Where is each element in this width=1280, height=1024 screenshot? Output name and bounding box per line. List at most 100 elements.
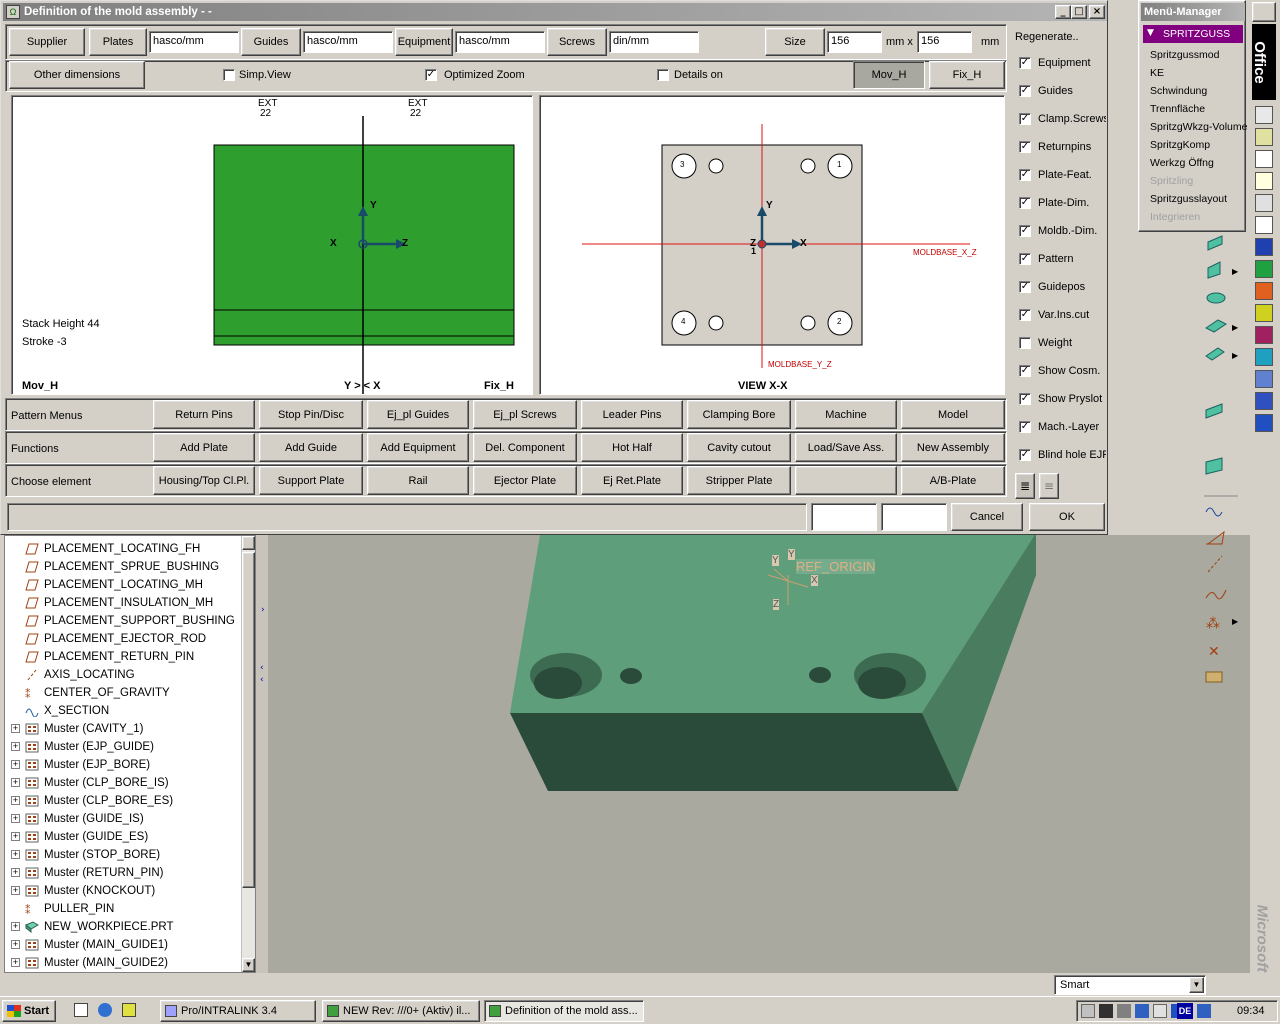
option-checkbox[interactable]: ✓ bbox=[1019, 281, 1031, 293]
guides-field[interactable]: hasco/mm bbox=[303, 31, 393, 53]
menu-manager-item[interactable]: SpritzgKomp bbox=[1150, 139, 1210, 151]
supplier-button[interactable]: Supplier bbox=[9, 28, 85, 56]
regenerate-label[interactable]: Regenerate.. bbox=[1015, 31, 1079, 43]
add-guide-button[interactable]: Add Guide bbox=[259, 433, 363, 462]
expand-icon[interactable]: + bbox=[11, 814, 20, 823]
screws-field[interactable]: din/mm bbox=[609, 31, 699, 53]
tree-item[interactable]: + Muster (KNOCKOUT) bbox=[11, 882, 155, 900]
tree-scrollbar[interactable]: ▼ bbox=[241, 536, 255, 972]
tree-item[interactable]: + Muster (CLP_BORE_IS) bbox=[11, 774, 169, 792]
return-pins-button[interactable]: Return Pins bbox=[153, 400, 255, 429]
selection-filter[interactable]: Smart ▼ bbox=[1054, 975, 1206, 995]
load-save-ass-button[interactable]: Load/Save Ass. bbox=[795, 433, 897, 462]
hot-half-button[interactable]: Hot Half bbox=[581, 433, 683, 462]
expand-icon[interactable]: + bbox=[11, 958, 20, 967]
option-checkbox[interactable]: ✓ bbox=[1019, 393, 1031, 405]
expand-icon[interactable]: + bbox=[11, 742, 20, 751]
option-checkbox[interactable]: ✓ bbox=[1019, 57, 1031, 69]
plan-view-canvas[interactable]: 3 1 4 2 Y X Z 1 MOLDBASE_X_Z MOLDBASE_Y_… bbox=[539, 95, 1005, 395]
open-icon[interactable] bbox=[1255, 128, 1273, 146]
option-checkbox[interactable]: ✓ bbox=[1019, 113, 1031, 125]
equipment-field[interactable]: hasco/mm bbox=[455, 31, 545, 53]
mov-h-button[interactable]: Mov_H bbox=[853, 61, 925, 89]
model-tree[interactable]: PLACEMENT_LOCATING_FH PLACEMENT_SPRUE_BUS… bbox=[4, 535, 256, 973]
cancel-button[interactable]: Cancel bbox=[951, 503, 1023, 531]
menu-manager-item[interactable]: Spritzgussmod bbox=[1150, 49, 1219, 61]
optimized-zoom-checkbox[interactable]: ✓ bbox=[425, 69, 437, 81]
plates-button[interactable]: Plates bbox=[89, 28, 147, 56]
network-icon[interactable] bbox=[1255, 392, 1273, 410]
leader-pins-button[interactable]: Leader Pins bbox=[581, 400, 683, 429]
list-view-icon[interactable]: ≣ bbox=[1015, 473, 1035, 499]
option-checkbox[interactable]: ✓ bbox=[1019, 365, 1031, 377]
section-view-canvas[interactable]: EXT 22 EXT 22 Y X Z Stack Height 44 Stro… bbox=[11, 95, 533, 395]
stripper-plate-button[interactable]: Stripper Plate bbox=[687, 466, 791, 495]
ej-pl-screws-button[interactable]: Ej_pl Screws bbox=[473, 400, 577, 429]
expand-icon[interactable]: + bbox=[11, 760, 20, 769]
mail-icon[interactable] bbox=[1255, 150, 1273, 168]
cavity-cutout-button[interactable]: Cavity cutout bbox=[687, 433, 791, 462]
menu-manager-item[interactable]: Spritzgusslayout bbox=[1150, 193, 1227, 205]
plates-field[interactable]: hasco/mm bbox=[149, 31, 239, 53]
menu-manager-item[interactable]: KE bbox=[1150, 67, 1164, 79]
guides-button[interactable]: Guides bbox=[241, 28, 301, 56]
tree-item[interactable]: PLACEMENT_SUPPORT_BUSHING bbox=[25, 612, 235, 630]
option-checkbox[interactable]: ✓ bbox=[1019, 169, 1031, 181]
dialog-titlebar[interactable]: Ω Definition of the mold assembly - - _ … bbox=[3, 3, 1107, 21]
office-bar-icon[interactable] bbox=[1252, 2, 1276, 22]
add-equipment-button[interactable]: Add Equipment bbox=[367, 433, 469, 462]
menu-manager-item[interactable]: SpritzgWkzg-Volume bbox=[1150, 121, 1247, 133]
details-on-checkbox[interactable] bbox=[657, 69, 669, 81]
graphics-viewport[interactable]: REF_ORIGIN Y Y X Z bbox=[258, 533, 1250, 973]
powerpoint-icon[interactable] bbox=[1255, 282, 1273, 300]
expand-icon[interactable]: + bbox=[11, 940, 20, 949]
clamping-bore-button[interactable]: Clamping Bore bbox=[687, 400, 791, 429]
tree-item[interactable]: + Muster (GUIDE_IS) bbox=[11, 810, 144, 828]
menu-manager-item[interactable]: Werkzg Öffng bbox=[1150, 157, 1214, 169]
tree-item[interactable]: + Muster (MAIN_GUIDE2) bbox=[11, 954, 168, 972]
detail-view-icon[interactable]: ≡ bbox=[1039, 473, 1059, 499]
tree-item[interactable]: + Muster (CLP_BORE_ES) bbox=[11, 792, 173, 810]
new-doc-icon[interactable] bbox=[1255, 106, 1273, 124]
spritzguss-header[interactable]: ▼ SPRITZGUSS bbox=[1143, 25, 1243, 43]
value-field-1[interactable] bbox=[811, 503, 877, 531]
tree-item[interactable]: AXIS_LOCATING bbox=[25, 666, 135, 684]
expand-icon[interactable]: + bbox=[11, 778, 20, 787]
contact-icon[interactable] bbox=[1255, 216, 1273, 234]
maximize-icon[interactable]: □ bbox=[1071, 5, 1087, 19]
task-mold-assembly[interactable]: Definition of the mold ass... bbox=[484, 1000, 644, 1022]
expand-icon[interactable]: + bbox=[11, 724, 20, 733]
tree-item[interactable]: + Muster (EJP_GUIDE) bbox=[11, 738, 154, 756]
tree-item[interactable]: PLACEMENT_LOCATING_MH bbox=[25, 576, 203, 594]
a-b-plate-button[interactable]: A/B-Plate bbox=[901, 466, 1005, 495]
option-checkbox[interactable]: ✓ bbox=[1019, 141, 1031, 153]
close-icon[interactable]: × bbox=[1089, 5, 1105, 19]
size-button[interactable]: Size bbox=[765, 28, 825, 56]
tree-item[interactable]: PLACEMENT_LOCATING_FH bbox=[25, 540, 200, 558]
menu-manager-item[interactable]: Trennfläche bbox=[1150, 103, 1205, 115]
calendar-icon[interactable] bbox=[1255, 172, 1273, 190]
tree-splitter[interactable]: › ‹ ‹ bbox=[256, 535, 268, 973]
del-component-button[interactable]: Del. Component bbox=[473, 433, 577, 462]
other-dimensions-button[interactable]: Other dimensions bbox=[9, 61, 145, 89]
option-checkbox[interactable]: ✓ bbox=[1019, 85, 1031, 97]
tree-item[interactable]: X_SECTION bbox=[25, 702, 109, 720]
scroll-down-icon[interactable]: ▼ bbox=[242, 958, 255, 972]
expand-icon[interactable]: + bbox=[11, 832, 20, 841]
ie-icon[interactable] bbox=[1255, 348, 1273, 366]
stop-pin-disc-button[interactable]: Stop Pin/Disc bbox=[259, 400, 363, 429]
screws-button[interactable]: Screws bbox=[547, 28, 607, 56]
tree-item[interactable]: ⁑ PULLER_PIN bbox=[25, 900, 114, 918]
start-button[interactable]: Start bbox=[2, 1000, 56, 1022]
option-checkbox[interactable]: ✓ bbox=[1019, 253, 1031, 265]
menu-manager-titlebar[interactable]: Menü-Manager bbox=[1141, 3, 1245, 21]
tree-item[interactable]: + Muster (STOP_BORE) bbox=[11, 846, 160, 864]
tree-item[interactable]: ⁑ CENTER_OF_GRAVITY bbox=[25, 684, 170, 702]
task-new-rev[interactable]: NEW Rev: ///0+ (Aktiv) il... bbox=[322, 1000, 480, 1022]
option-checkbox[interactable]: ✓ bbox=[1019, 197, 1031, 209]
tree-item[interactable]: + Muster (CAVITY_1) bbox=[11, 720, 143, 738]
expand-icon[interactable]: + bbox=[11, 886, 20, 895]
size-width-field[interactable]: 156 bbox=[827, 31, 882, 53]
fix-h-button[interactable]: Fix_H bbox=[929, 61, 1005, 89]
expand-icon[interactable]: + bbox=[11, 796, 20, 805]
